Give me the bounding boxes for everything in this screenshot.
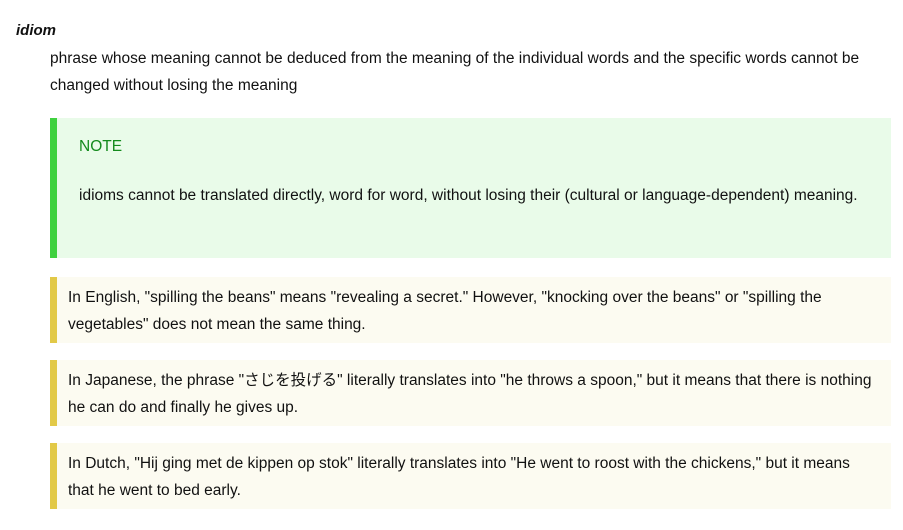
glossary-entry: idiom phrase whose meaning cannot be ded… [0, 0, 903, 530]
note-label: NOTE [79, 138, 123, 155]
example-text: In Japanese, the phrase "さじを投げる" literal… [68, 372, 872, 416]
example-box-japanese: In Japanese, the phrase "さじを投げる" literal… [50, 360, 891, 426]
note-box: NOTE idioms cannot be translated directl… [50, 118, 891, 258]
term-definition: phrase whose meaning cannot be deduced f… [50, 50, 860, 94]
example-box-dutch: In Dutch, "Hij ging met de kippen op sto… [50, 443, 891, 509]
term-heading: idiom [16, 22, 56, 39]
note-text: idioms cannot be translated directly, wo… [79, 187, 858, 204]
example-text: In English, "spilling the beans" means "… [68, 289, 822, 333]
example-box-english: In English, "spilling the beans" means "… [50, 277, 891, 343]
example-text: In Dutch, "Hij ging met de kippen op sto… [68, 455, 850, 499]
